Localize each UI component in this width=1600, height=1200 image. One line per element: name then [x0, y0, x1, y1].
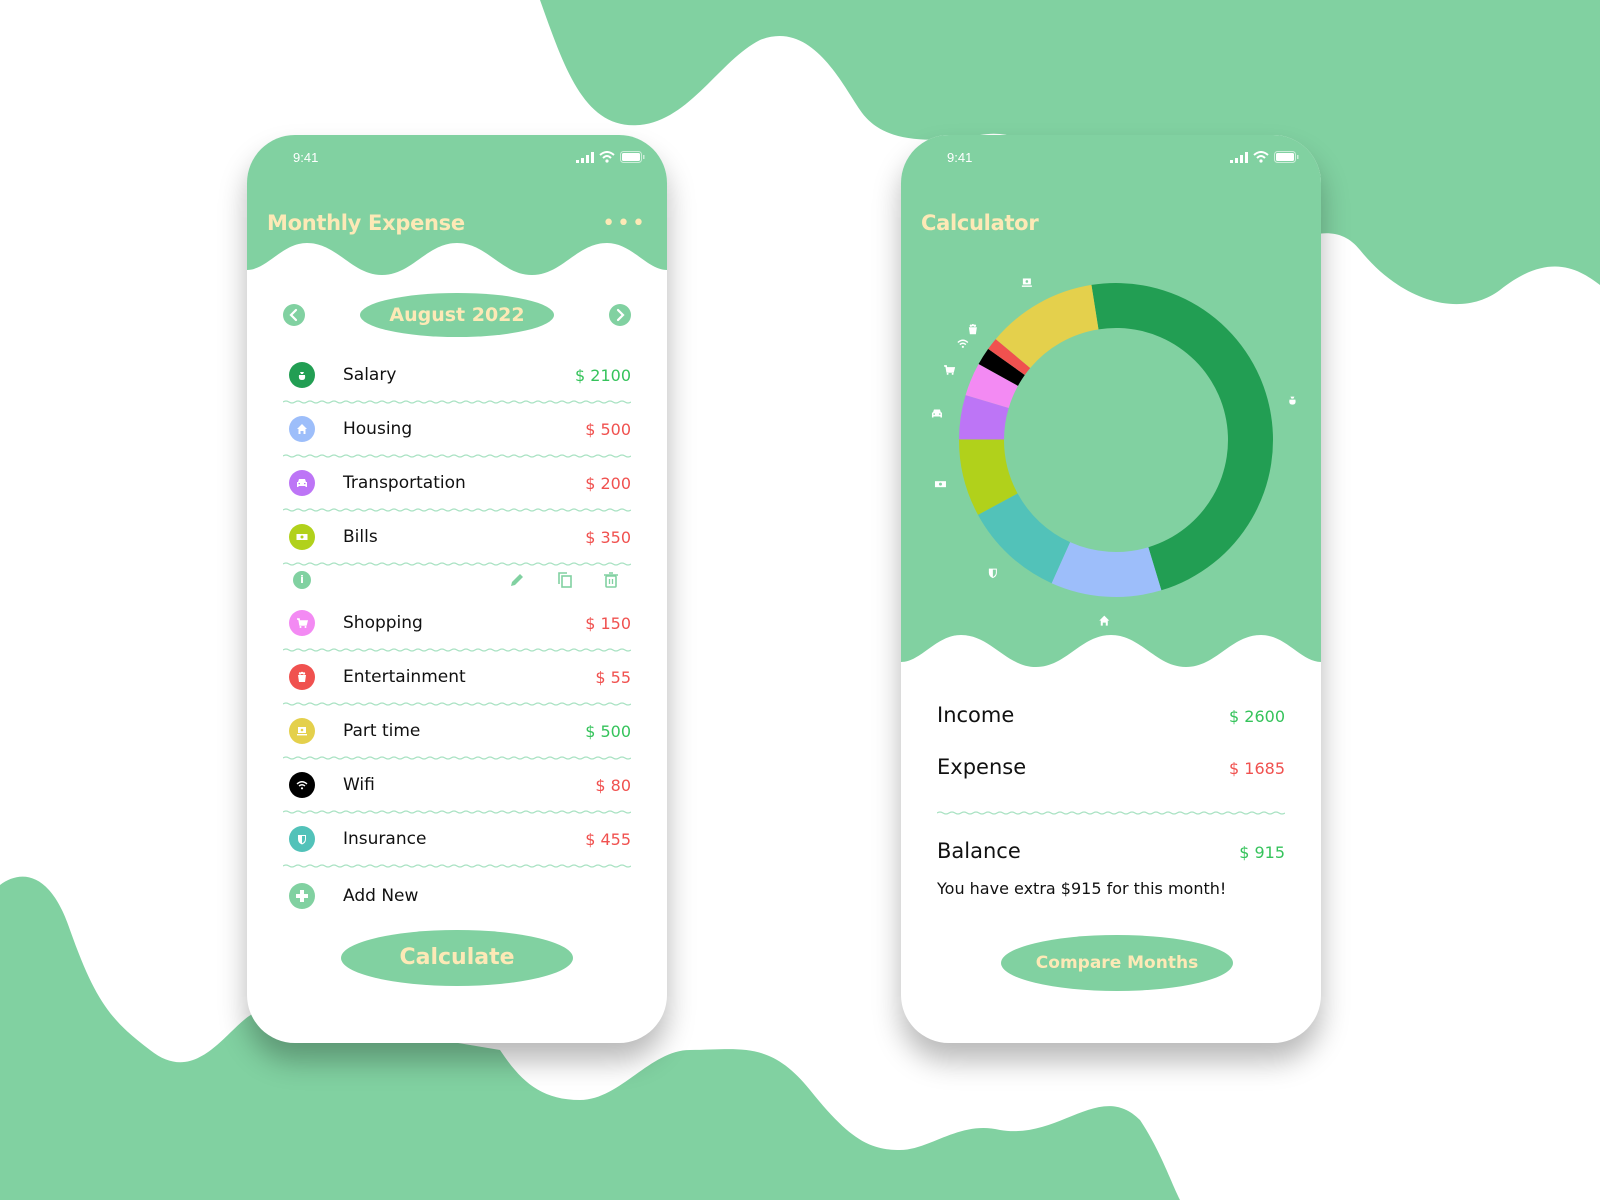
status-bar: 9:41	[247, 135, 667, 179]
chevron-left-icon	[289, 308, 298, 322]
signal-icon	[1230, 151, 1248, 163]
signal-icon	[576, 151, 594, 163]
add-new-button[interactable]: Add New	[283, 866, 631, 926]
donut-slice-salary	[1091, 283, 1273, 591]
list-item[interactable]: Transportation $ 200	[283, 456, 631, 512]
expense-value: $ 1685	[1229, 759, 1285, 778]
wifi-icon	[289, 772, 315, 798]
item-name: Salary	[343, 365, 397, 385]
cash-icon	[934, 481, 946, 488]
popcorn-icon	[968, 324, 977, 335]
balance-label: Balance	[937, 839, 1021, 863]
money-bag-icon	[289, 362, 315, 388]
item-amount: $ 55	[595, 667, 631, 687]
cash-icon	[289, 524, 315, 550]
laptop-icon	[1021, 278, 1032, 287]
balance-value: $ 915	[1239, 843, 1285, 862]
car-icon	[931, 409, 942, 418]
car-icon	[289, 470, 315, 496]
item-amount: $ 500	[585, 721, 631, 741]
item-name: Wifi	[343, 775, 375, 795]
item-amount: $ 455	[585, 829, 631, 849]
item-name: Bills	[343, 527, 378, 547]
battery-icon	[1274, 151, 1299, 163]
row-actions: i	[283, 564, 631, 596]
item-name: Housing	[343, 419, 413, 439]
calculate-button[interactable]: Calculate	[341, 930, 573, 986]
list-item[interactable]: Wifi $ 80	[283, 758, 631, 814]
list-item[interactable]: Entertainment $ 55	[283, 650, 631, 706]
shield-icon	[988, 568, 997, 579]
edit-icon[interactable]	[507, 570, 527, 590]
income-value: $ 2600	[1229, 707, 1285, 726]
calculator-screen: 9:41 Calculator Income $ 2600 Expense $ …	[901, 135, 1321, 1043]
item-amount: $ 500	[585, 419, 631, 439]
expense-label: Expense	[937, 755, 1027, 779]
monthly-expense-screen: 9:41 Monthly Expense ••• August 2022 Sal…	[247, 135, 667, 1043]
expense-donut-chart	[931, 278, 1296, 626]
income-row: Income $ 2600	[937, 695, 1285, 747]
page-title: Monthly Expense	[267, 211, 465, 235]
delete-icon[interactable]	[601, 570, 621, 590]
item-name: Shopping	[343, 613, 423, 633]
next-month-button[interactable]	[609, 304, 631, 326]
list-item[interactable]: Shopping $ 150	[283, 596, 631, 652]
status-time: 9:41	[293, 150, 319, 165]
summary: Income $ 2600 Expense $ 1685 Balance $ 9…	[936, 695, 1286, 883]
divider	[936, 811, 1286, 815]
battery-icon	[620, 151, 645, 163]
item-amount: $ 200	[585, 473, 631, 493]
compare-months-button[interactable]: Compare Months	[1001, 935, 1233, 991]
copy-icon[interactable]	[555, 570, 575, 590]
popcorn-icon	[289, 664, 315, 690]
balance-message: You have extra $915 for this month!	[937, 879, 1227, 898]
item-amount: $ 150	[585, 613, 631, 633]
wifi-status-icon	[599, 151, 615, 163]
item-name: Insurance	[343, 829, 427, 849]
list-item[interactable]: Part time $ 500	[283, 704, 631, 760]
item-name: Transportation	[343, 473, 466, 493]
page-title: Calculator	[921, 211, 1039, 235]
donut-slice-housing	[1051, 542, 1162, 597]
info-icon[interactable]: i	[293, 571, 311, 589]
add-new-label: Add New	[343, 886, 419, 906]
list-item[interactable]: Insurance $ 455	[283, 812, 631, 868]
more-options-button[interactable]: •••	[602, 213, 647, 235]
cart-icon	[289, 610, 315, 636]
home-icon	[1099, 615, 1110, 626]
list-item[interactable]: Housing $ 500	[283, 402, 631, 458]
income-label: Income	[937, 703, 1015, 727]
list-item[interactable]: Bills $ 350	[283, 510, 631, 566]
laptop-icon	[289, 718, 315, 744]
month-selector: August 2022	[283, 293, 631, 339]
status-bar: 9:41	[901, 135, 1321, 179]
chevron-right-icon	[616, 308, 625, 322]
cart-icon	[944, 365, 956, 375]
wifi-status-icon	[1253, 151, 1269, 163]
item-amount: $ 350	[585, 527, 631, 547]
expense-row: Expense $ 1685	[937, 747, 1285, 799]
prev-month-button[interactable]	[283, 304, 305, 326]
wifi-icon	[957, 339, 969, 348]
item-amount: $ 80	[595, 775, 631, 795]
item-name: Entertainment	[343, 667, 466, 687]
balance-row: Balance $ 915	[937, 831, 1285, 883]
shield-icon	[289, 826, 315, 852]
expense-list: Salary $ 2100 Housing $ 500 Transportation $ …	[283, 348, 631, 926]
current-month[interactable]: August 2022	[360, 293, 554, 337]
list-item[interactable]: Salary $ 2100	[283, 348, 631, 404]
money-bag-icon	[1289, 396, 1296, 405]
status-time: 9:41	[947, 150, 973, 165]
item-amount: $ 2100	[575, 365, 631, 385]
background-blobs	[0, 0, 1600, 1200]
home-icon	[289, 416, 315, 442]
item-name: Part time	[343, 721, 421, 741]
plus-icon	[289, 883, 315, 909]
